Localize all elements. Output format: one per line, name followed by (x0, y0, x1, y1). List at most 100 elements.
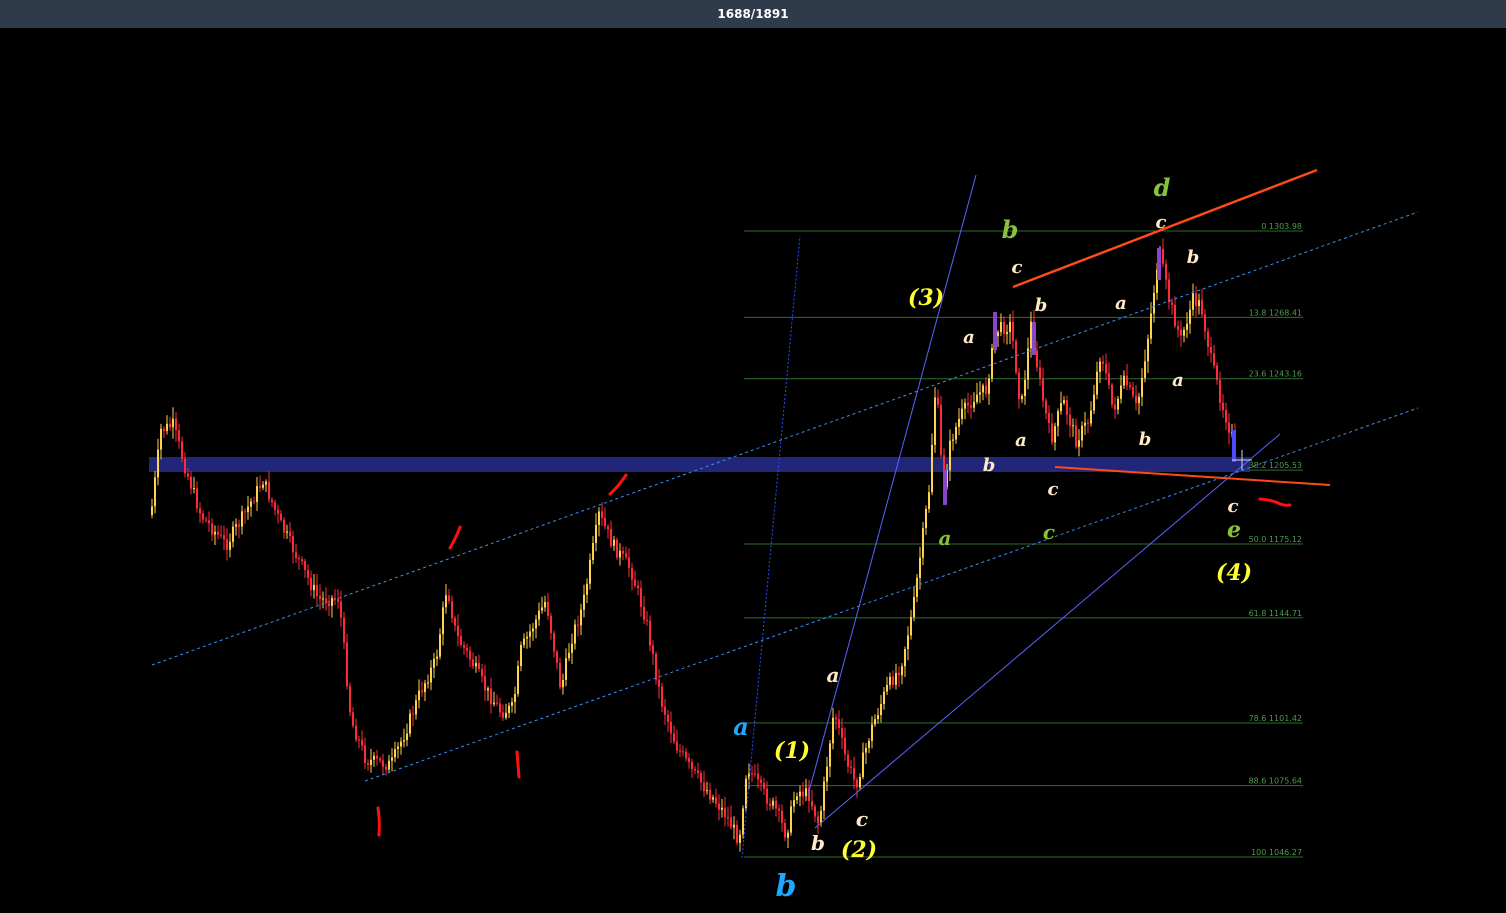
candle-body-303 (1060, 403, 1062, 412)
candle-body-171 (664, 706, 666, 715)
candle-body-298 (1045, 400, 1047, 414)
candle-body-194 (733, 824, 735, 828)
candle-body-317 (1102, 361, 1104, 364)
highlight-candle-1 (993, 312, 997, 350)
candle-body-25 (226, 539, 228, 550)
candle-body-37 (262, 484, 264, 488)
candle-body-207 (772, 800, 774, 806)
candle-body-39 (268, 481, 270, 500)
candle-body-280 (991, 347, 993, 379)
candle-body-334 (1153, 292, 1155, 314)
fib-label-1: 13.8 1268.41 (1249, 308, 1302, 317)
candle-body-26 (229, 541, 231, 550)
candle-body-244 (883, 691, 885, 704)
candle-body-123 (520, 645, 522, 667)
candle-body-301 (1054, 426, 1056, 443)
candle-body-65 (346, 642, 348, 687)
candle-body-122 (517, 666, 519, 694)
candle-body-16 (199, 508, 201, 514)
candle-body-346 (1189, 309, 1191, 324)
candle-body-179 (688, 758, 690, 763)
wave-label-5: (4) (1216, 560, 1252, 586)
candle-body-182 (697, 770, 699, 774)
candle-body-183 (700, 773, 702, 783)
candle-body-186 (709, 790, 711, 800)
candle-body-4 (163, 428, 165, 431)
candle-body-203 (760, 779, 762, 784)
candle-body-74 (373, 755, 375, 760)
candle-body-145 (586, 583, 588, 595)
candle-body-117 (502, 712, 504, 718)
candle-body-38 (265, 481, 267, 485)
candle-body-175 (676, 741, 678, 751)
candle-body-314 (1093, 394, 1095, 411)
price-chart[interactable]: 0 1303.98 13.8 1268.41 23.6 1243.16 38.2 12… (0, 28, 1506, 913)
candle-body-330 (1141, 377, 1143, 397)
candle-body-318 (1105, 363, 1107, 374)
candle-body-17 (202, 513, 204, 520)
candle-body-18 (205, 519, 207, 521)
steep-trend-line (807, 174, 977, 796)
candle-body-185 (706, 790, 708, 792)
candle-body-8 (175, 418, 177, 431)
candle-body-222 (817, 816, 819, 824)
candle-body-313 (1090, 410, 1092, 424)
candle-body-228 (835, 717, 837, 720)
candle-body-64 (343, 617, 345, 643)
red-mark-5 (1258, 497, 1292, 507)
candle-body-49 (298, 558, 300, 560)
candle-body-332 (1147, 338, 1149, 362)
candle-body-326 (1129, 385, 1131, 388)
candle-body-157 (622, 550, 624, 554)
candle-body-270 (961, 408, 963, 419)
wave-label-23: b (1139, 429, 1152, 450)
candle-body-287 (1012, 321, 1014, 341)
candle-body-325 (1126, 375, 1128, 386)
candle-body-126 (529, 631, 531, 637)
candle-body-169 (658, 679, 660, 687)
wave-label-4: (3) (908, 285, 944, 311)
candle-body-352 (1207, 331, 1209, 347)
candle-body-316 (1099, 361, 1101, 372)
candle-body-143 (580, 609, 582, 626)
candle-body-62 (337, 599, 339, 602)
candle-body-190 (721, 807, 723, 810)
candle-body-71 (364, 745, 366, 764)
candle-body-209 (778, 808, 780, 811)
wave-label-12: d (1154, 173, 1171, 202)
candle-body-95 (436, 656, 438, 659)
candle-body-60 (331, 597, 333, 606)
candle-body-104 (463, 644, 465, 648)
candle-body-80 (391, 757, 393, 761)
wave-label-21: a (1115, 293, 1127, 314)
candle-body-304 (1063, 400, 1065, 404)
candle-body-63 (340, 601, 342, 618)
candle-body-345 (1186, 323, 1188, 330)
candle-body-129 (538, 610, 540, 620)
red-mark-3 (515, 750, 521, 779)
candle-body-351 (1204, 314, 1206, 332)
candle-body-33 (250, 501, 252, 507)
candle-body-70 (361, 739, 363, 746)
candle-body-341 (1174, 304, 1176, 327)
wave-labels: ab(1)(2)(3)(4)abcabcdecababbcacbac (733, 173, 1252, 904)
candle-body-260 (931, 444, 933, 493)
candle-body-309 (1078, 440, 1080, 447)
candle-body-47 (292, 536, 294, 553)
fib-label-2: 23.6 1243.16 (1249, 370, 1302, 379)
candle-body-172 (667, 714, 669, 722)
candle-body-34 (253, 501, 255, 503)
candle-body-229 (838, 719, 840, 728)
candle-body-210 (781, 810, 783, 823)
candle-body-315 (1096, 371, 1098, 395)
candle-body-154 (613, 539, 615, 546)
candle-body-359 (1228, 422, 1230, 433)
highlight-candle-3 (1157, 248, 1161, 280)
candle-body-357 (1222, 402, 1224, 411)
candle-body-302 (1057, 411, 1059, 427)
candle-body-195 (736, 824, 738, 843)
candle-body-241 (874, 719, 876, 725)
wave-label-2: (1) (774, 738, 810, 764)
candle-body-141 (574, 624, 576, 644)
candle-body-114 (493, 702, 495, 705)
